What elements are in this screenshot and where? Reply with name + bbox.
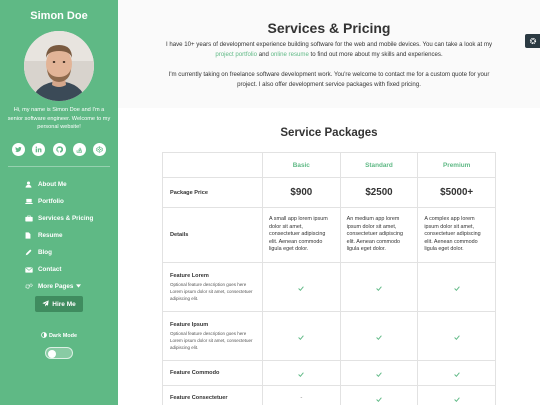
check-icon	[262, 360, 341, 386]
feature-description: Optional feature description goes here L…	[170, 281, 253, 301]
social-links	[12, 143, 106, 156]
table-header-row: Basic Standard Premium	[162, 152, 496, 178]
row-label: Feature Lorem Optional feature descriptio…	[162, 262, 263, 312]
page-title: Services & Pricing	[267, 20, 391, 36]
check-icon	[262, 262, 341, 312]
nav-item-label: More Pages	[38, 283, 74, 290]
laptop-icon	[25, 198, 35, 206]
twitter-icon[interactable]	[12, 143, 25, 156]
table-row-price: Package Price $900 $2500 $5000+	[162, 177, 496, 208]
nav-item-about-me[interactable]: About Me	[25, 176, 93, 193]
feature-description: Optional feature description goes here L…	[170, 330, 253, 350]
online-resume-link[interactable]: online resume	[271, 51, 309, 58]
hire-me-button[interactable]: Hire Me	[35, 296, 83, 312]
blog-icon	[25, 249, 35, 257]
nav-item-label: Resume	[38, 232, 63, 239]
cogs-icon	[25, 283, 35, 291]
check-icon	[417, 311, 496, 361]
profile-avatar	[24, 31, 94, 101]
price-premium: $5000+	[417, 177, 496, 208]
linkedin-icon[interactable]	[32, 143, 46, 156]
intro-text-after: to find out more about my skills and exp…	[308, 50, 443, 58]
table-row-feature: Feature Commodo	[162, 360, 496, 386]
row-label: Package Price	[162, 177, 263, 208]
details-premium: A complex app lorem ipsum dolor sit amet…	[417, 207, 496, 263]
bio-text: Hi, my name is Simon Doe and I'm a senio…	[7, 107, 111, 130]
stack-overflow-icon[interactable]	[72, 143, 86, 156]
dark-mode-text: Dark Mode	[48, 333, 78, 339]
column-premium: Premium	[417, 152, 496, 178]
check-icon	[417, 385, 496, 405]
feature-name: Feature Commodo	[170, 370, 220, 376]
check-icon	[262, 311, 341, 361]
envelope-icon	[25, 266, 35, 274]
column-standard: Standard	[339, 152, 419, 178]
file-icon	[25, 232, 35, 240]
sidebar: Simon Doe Hi, my name is Simon Doe and I…	[0, 0, 118, 405]
price-basic: $900	[262, 177, 341, 208]
nav-item-contact[interactable]: Contact	[25, 261, 93, 278]
main-content: Services & Pricing I have 10+ years of d…	[118, 0, 540, 405]
adjust-icon	[41, 332, 47, 340]
pricing-table: Basic Standard Premium Package Price $90…	[162, 152, 496, 405]
codepen-icon[interactable]	[93, 143, 106, 156]
check-icon	[339, 311, 419, 361]
nav-item-label: Portfolio	[38, 198, 64, 205]
dark-mode-label: Dark Mode	[0, 332, 118, 340]
intro-section: Services & Pricing I have 10+ years of d…	[118, 0, 540, 108]
github-icon[interactable]	[52, 143, 66, 156]
table-row-feature: Feature Lorem Optional feature descriptio…	[162, 262, 496, 312]
row-label: Feature Commodo	[162, 360, 263, 386]
caret-down-icon	[76, 283, 82, 290]
nav-item-services-pricing[interactable]: Services & Pricing	[25, 210, 93, 227]
nav-item-label: Contact	[38, 266, 62, 273]
nav-item-portfolio[interactable]: Portfolio	[25, 193, 93, 210]
row-label: Details	[162, 207, 263, 263]
briefcase-icon	[25, 215, 35, 223]
feature-name: Feature Lorem	[170, 272, 209, 279]
gear-icon	[529, 32, 537, 50]
intro-text-mid: and	[257, 50, 271, 58]
not-included-dash: -	[262, 385, 341, 405]
nav-item-more-pages[interactable]: More Pages	[25, 278, 93, 295]
hire-me-label: Hire Me	[52, 300, 76, 308]
row-label: Feature Consectetuer	[162, 385, 263, 405]
nav-item-label: Blog	[38, 249, 52, 256]
project-portfolio-link[interactable]: project portfolio	[215, 51, 257, 58]
check-icon	[417, 262, 496, 312]
user-icon	[25, 181, 35, 189]
sidebar-nav: About Me Portfolio Services & Pricing Re…	[25, 176, 93, 295]
row-label: Feature Ipsum Optional feature descriptio…	[162, 311, 263, 361]
intro-text-before: I have 10+ years of development experien…	[165, 41, 493, 48]
toggle-knob	[48, 349, 56, 358]
service-packages-title: Service Packages	[280, 127, 378, 139]
check-icon	[417, 360, 496, 386]
check-icon	[339, 385, 419, 405]
price-standard: $2500	[339, 177, 419, 208]
check-icon	[339, 262, 419, 312]
dark-mode-toggle[interactable]	[45, 347, 73, 359]
nav-item-label: About Me	[38, 181, 67, 188]
details-basic: A small app lorem ipsum dolor sit amet, …	[262, 207, 341, 263]
site-name[interactable]: Simon Doe	[0, 10, 118, 22]
header-empty-cell	[162, 152, 263, 178]
feature-name: Feature Ipsum	[170, 321, 209, 328]
sidebar-divider	[8, 166, 110, 167]
column-basic: Basic	[262, 152, 341, 178]
table-row-feature: Feature Consectetuer -	[162, 385, 496, 405]
details-standard: An medium app lorem ipsum dolor sit amet…	[339, 207, 419, 263]
table-row-feature: Feature Ipsum Optional feature descriptio…	[162, 311, 496, 361]
nav-item-resume[interactable]: Resume	[25, 227, 93, 244]
nav-item-blog[interactable]: Blog	[25, 244, 93, 261]
table-row-details: Details A small app lorem ipsum dolor si…	[162, 207, 496, 263]
check-icon	[339, 360, 419, 386]
paper-plane-icon	[42, 299, 49, 309]
nav-item-label: Services & Pricing	[38, 215, 94, 222]
intro-paragraph-1: I have 10+ years of development experien…	[162, 40, 496, 59]
intro-paragraph-2: I'm currently taking on freelance softwa…	[168, 71, 490, 88]
feature-name: Feature Consectetuer	[170, 395, 228, 401]
theme-settings-button[interactable]	[525, 34, 540, 48]
